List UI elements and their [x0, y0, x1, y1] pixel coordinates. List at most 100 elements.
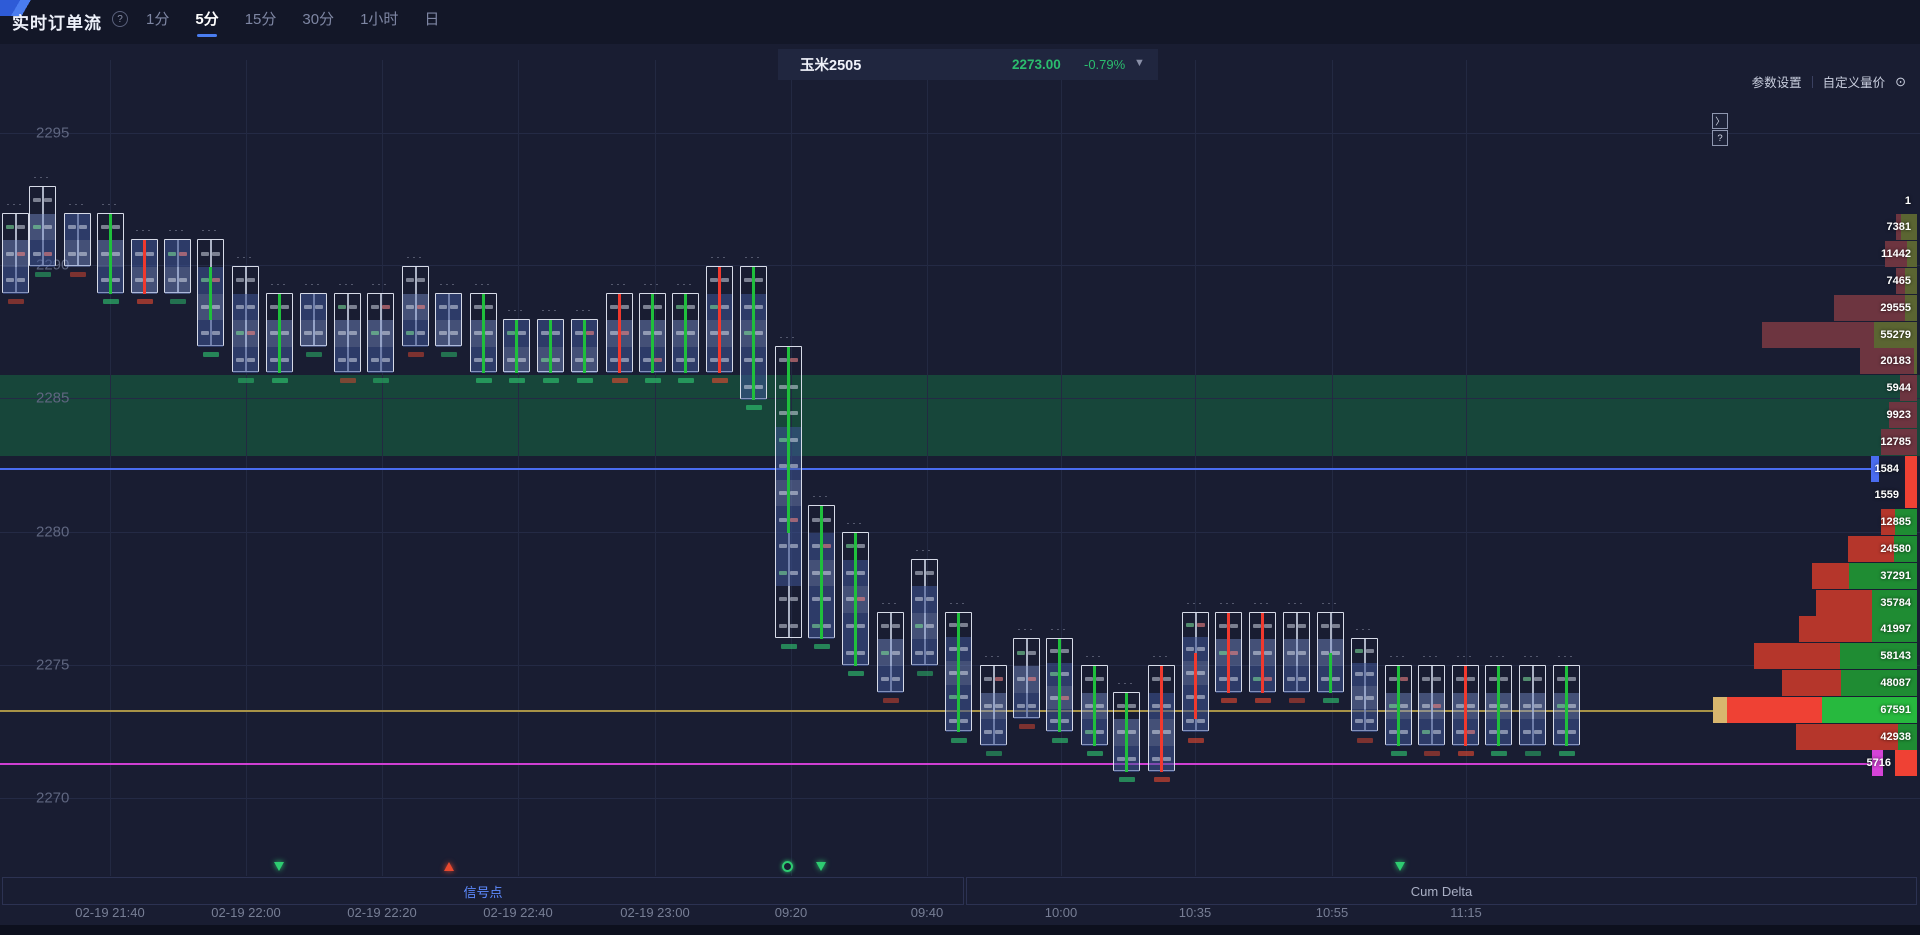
- ask-volume-text: [926, 624, 934, 628]
- bid-volume-text: [779, 491, 787, 495]
- profile-green-segment: [1914, 348, 1917, 374]
- bid-volume-text: [507, 358, 515, 362]
- candle-delta-text: [203, 352, 219, 357]
- cum-delta-label: Cum Delta: [1411, 884, 1472, 899]
- ask-volume-text: [1298, 677, 1306, 681]
- candle-delta-text: [170, 299, 186, 304]
- footprint-candle: [945, 612, 972, 732]
- tab-5分[interactable]: 5分: [195, 8, 218, 37]
- imbalance-dots: ···: [847, 518, 865, 528]
- param-settings-button[interactable]: 参数设置: [1752, 72, 1802, 91]
- footprint-candle: [1418, 665, 1445, 745]
- imbalance-dots: ···: [237, 252, 255, 262]
- volume-profile-row: 37291: [0, 563, 1917, 589]
- tab-日[interactable]: 日: [424, 8, 439, 37]
- volume-profile-row: 12885: [0, 509, 1917, 535]
- ask-volume-text: [1500, 677, 1508, 681]
- footprint-cell: [30, 240, 55, 267]
- gear-icon[interactable]: ⊙: [1895, 74, 1906, 90]
- ask-volume-text: [1400, 704, 1408, 708]
- ask-volume-text: [1298, 651, 1306, 655]
- ask-volume-text: [892, 624, 900, 628]
- profile-red-segment: [1905, 482, 1917, 508]
- bid-volume-text: [676, 331, 684, 335]
- bid-volume-text: [984, 677, 992, 681]
- ask-volume-text: [1568, 704, 1576, 708]
- imbalance-dots: ···: [1322, 598, 1340, 608]
- candle-body-line: [1125, 693, 1128, 773]
- ask-volume-text: [687, 331, 695, 335]
- ask-volume-text: [315, 305, 323, 309]
- custom-volume-button[interactable]: 自定义量价: [1823, 72, 1886, 91]
- imbalance-dots: ···: [916, 545, 934, 555]
- footprint-candle: [1385, 665, 1412, 745]
- footprint-cell: [1318, 613, 1343, 640]
- imbalance-dots: ···: [34, 172, 52, 182]
- chevron-down-icon[interactable]: ▼: [1134, 57, 1145, 69]
- footprint-candle: [1013, 638, 1040, 718]
- panel-help-button[interactable]: ?: [1712, 130, 1728, 146]
- profile-value: 20183: [1880, 355, 1911, 367]
- bid-volume-text: [846, 597, 854, 601]
- footprint-cell: [335, 320, 360, 347]
- bid-volume-text: [881, 624, 889, 628]
- ask-volume-text: [1163, 730, 1171, 734]
- footprint-candle: [97, 213, 124, 293]
- bid-volume-text: [406, 278, 414, 282]
- ask-volume-text: [823, 597, 831, 601]
- candle-body-line: [549, 320, 552, 373]
- footprint-candle: [706, 266, 733, 372]
- help-icon[interactable]: ?: [112, 11, 128, 27]
- candle-delta-text: [645, 378, 661, 383]
- ask-volume-text: [1366, 696, 1374, 700]
- tab-1分[interactable]: 1分: [146, 8, 169, 37]
- bid-volume-text: [338, 305, 346, 309]
- footprint-cell: [198, 320, 223, 347]
- candle-delta-text: [917, 671, 933, 676]
- candle-body-line: [1565, 666, 1568, 746]
- price-axis-label: 2270: [36, 790, 69, 807]
- tab-15分[interactable]: 15分: [245, 8, 277, 37]
- bid-volume-text: [710, 358, 718, 362]
- ask-volume-text: [1230, 624, 1238, 628]
- imbalance-dots: ···: [882, 598, 900, 608]
- ask-volume-text: [995, 704, 1003, 708]
- footprint-cell: [776, 613, 801, 640]
- ask-volume-text: [450, 331, 458, 335]
- profile-red-segment: [1782, 670, 1841, 696]
- time-axis-label: 11:15: [1450, 905, 1482, 920]
- bid-volume-text: [949, 695, 957, 699]
- instrument-selector[interactable]: 玉米2505 2273.00 -0.79% ▼: [778, 49, 1158, 80]
- expand-button[interactable]: 〉: [1712, 113, 1728, 129]
- imbalance-dots: ···: [136, 225, 154, 235]
- footprint-cell: [165, 240, 190, 267]
- footprint-candle: [842, 532, 869, 665]
- footprint-cell: [912, 586, 937, 613]
- ask-volume-text: [823, 518, 831, 522]
- bid-volume-text: [201, 278, 209, 282]
- tab-1小时[interactable]: 1小时: [360, 8, 398, 37]
- imbalance-dots: ···: [339, 279, 357, 289]
- candle-delta-text: [678, 378, 694, 383]
- candle-delta-text: [1458, 751, 1474, 756]
- profile-red-segment: [1727, 697, 1822, 723]
- ask-volume-text: [823, 624, 831, 628]
- bid-volume-text: [33, 252, 41, 256]
- ask-volume-text: [755, 385, 763, 389]
- bid-volume-text: [474, 358, 482, 362]
- ask-volume-text: [1264, 624, 1272, 628]
- ask-volume-text: [382, 358, 390, 362]
- bid-volume-text: [1489, 704, 1497, 708]
- footprint-candle: [1351, 638, 1378, 731]
- bid-volume-text: [1253, 624, 1261, 628]
- ask-volume-text: [1534, 677, 1542, 681]
- ask-volume-text: [687, 358, 695, 362]
- bid-volume-text: [1523, 730, 1531, 734]
- footprint-candle: [1553, 665, 1580, 745]
- ask-volume-text: [1467, 677, 1475, 681]
- tab-30分[interactable]: 30分: [302, 8, 334, 37]
- footprint-cell: [436, 320, 461, 347]
- ask-volume-text: [960, 719, 968, 723]
- bid-volume-text: [6, 225, 14, 229]
- volume-profile-row: 12785: [0, 429, 1917, 455]
